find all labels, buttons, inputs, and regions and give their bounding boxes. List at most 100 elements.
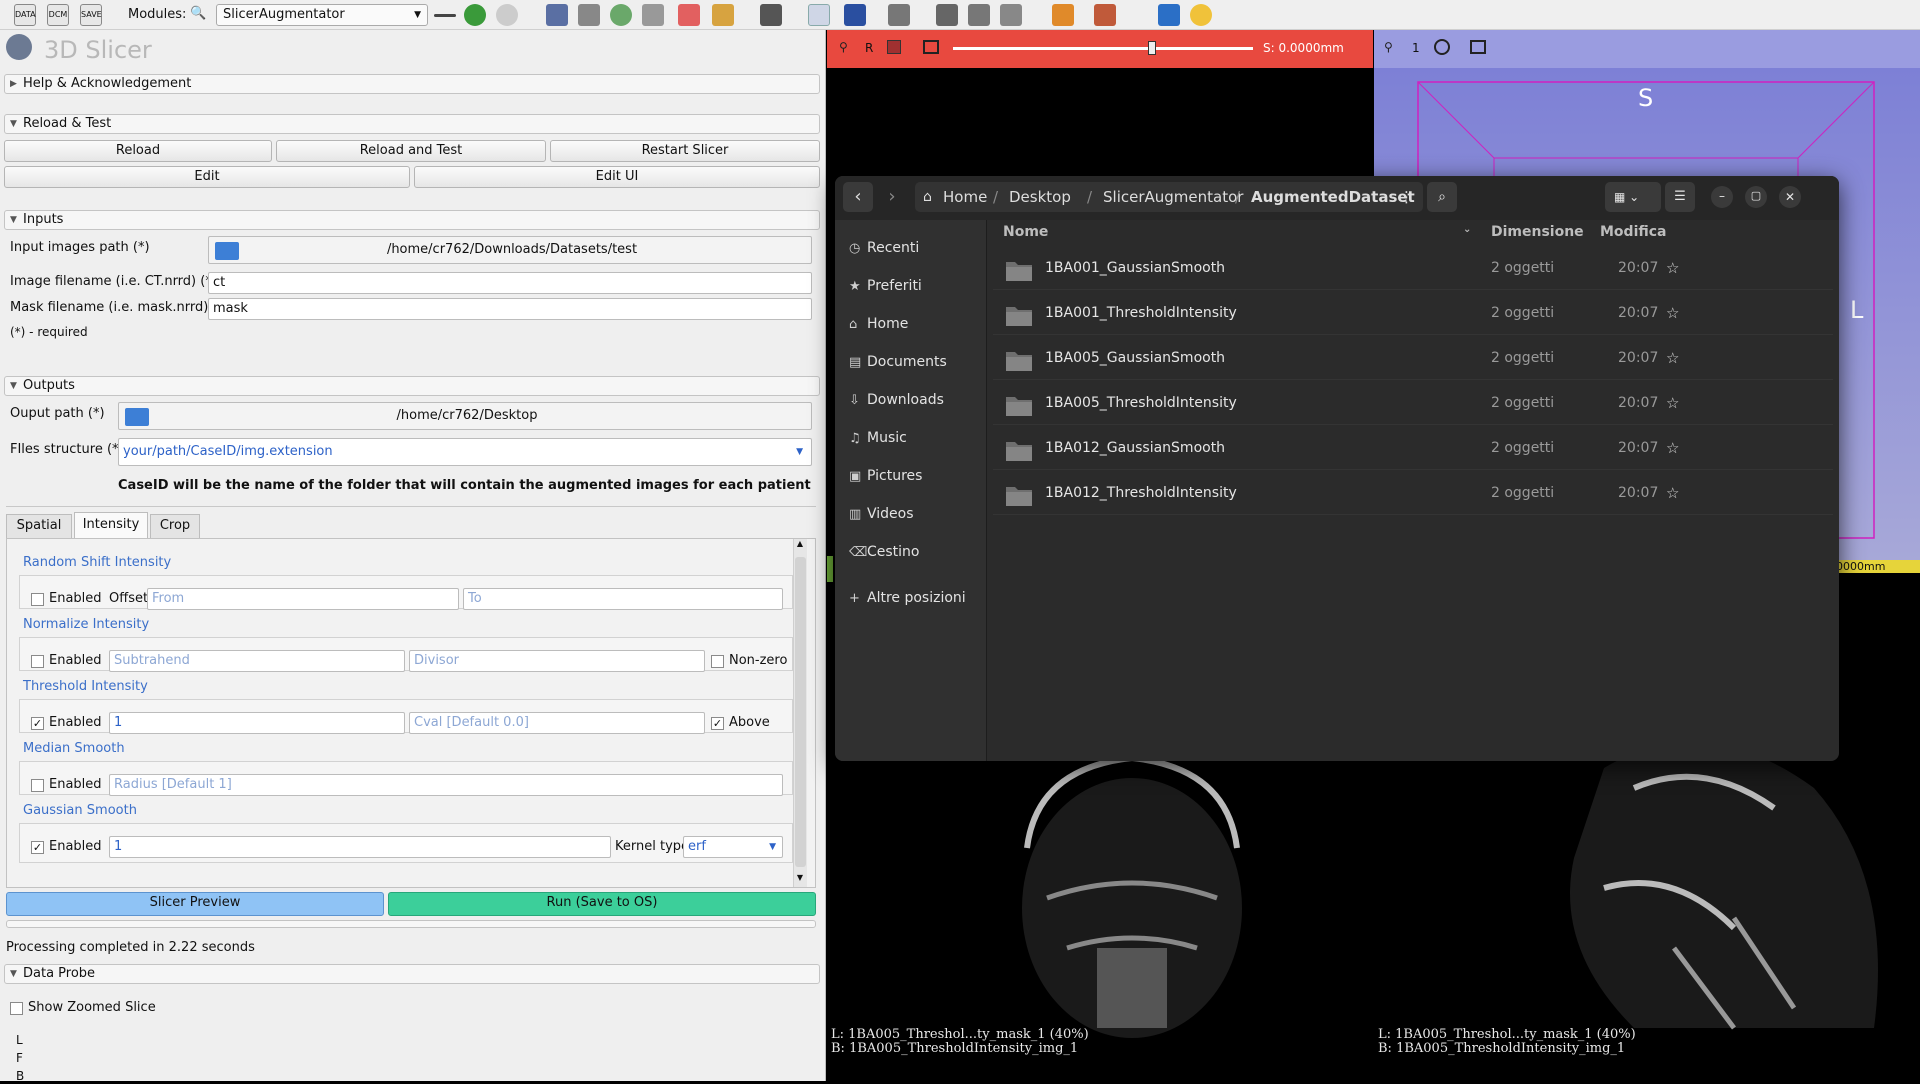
star-icon[interactable]: ☆ [1666,336,1679,380]
volumes-icon[interactable] [578,4,600,26]
save-icon[interactable]: SAVE [80,4,102,26]
file-row[interactable]: 1BA001_GaussianSmooth 2 oggetti 20:07 ☆ [993,246,1833,290]
search-icon[interactable]: ⌕ [1427,182,1457,212]
window-level-icon[interactable] [844,4,866,26]
load-data-icon[interactable]: DATA [14,4,36,26]
show-zoomed-checkbox[interactable] [10,1002,23,1015]
restart-button[interactable]: Restart Slicer [550,140,820,162]
sidebar-item-downloads[interactable]: ⇩ Downloads [849,386,944,414]
extensions-icon[interactable] [1158,4,1180,26]
screenshot-icon[interactable] [936,4,958,26]
file-row[interactable]: 1BA001_ThresholdIntensity 2 oggetti 20:07 ☆ [993,291,1833,335]
kernel-type-select[interactable]: erf ▼ [683,836,783,858]
sidebar-item-pictures[interactable]: ▣ Pictures [849,462,922,490]
minimize-icon[interactable]: – [1711,186,1733,208]
sidebar-item-videos[interactable]: ▥ Videos [849,500,914,528]
star-icon[interactable]: ☆ [1666,471,1679,515]
module-selector[interactable]: SlicerAugmentator ▼ [216,4,428,26]
column-name[interactable]: Nome [1003,224,1048,240]
sidebar-item-starred[interactable]: ★ Preferiti [849,272,922,300]
slice-visibility-icon[interactable] [887,40,901,54]
markups-icon[interactable] [678,4,700,26]
files-structure-select[interactable]: your/path/CaseID/img.extension ▼ [118,438,812,466]
close-icon[interactable]: ✕ [1779,186,1801,208]
sidebar-item-music[interactable]: ♫ Music [849,424,907,452]
forward-arrow-icon[interactable] [496,4,518,26]
gaussian-enabled-checkbox[interactable]: ✓ [31,841,44,854]
outputs-section-header[interactable]: ▼ Outputs [4,376,820,396]
offset-to-input[interactable]: To [463,588,783,610]
threshold-value-input[interactable]: 1 [109,712,405,734]
breadcrumb-current[interactable]: AugmentedDataset [1251,182,1415,212]
segment-editor-icon[interactable] [712,4,734,26]
slicer-preview-button[interactable]: Slicer Preview [6,892,384,916]
load-dicom-icon[interactable]: DCM [47,4,69,26]
scene-views-icon[interactable] [968,4,990,26]
edit-button[interactable]: Edit [4,166,410,188]
path-menu-icon[interactable]: ⋮ [1399,182,1414,212]
image-filename-input[interactable]: ct [208,272,812,294]
reload-section-header[interactable]: ▼ Reload & Test [4,114,820,134]
radius-input[interactable]: Radius [Default 1] [109,774,783,796]
path-bar[interactable]: ⌂ Home / Desktop / SlicerAugmentator / A… [915,182,1423,212]
sidebar-item-other-locations[interactable]: + Altre posizioni [849,584,966,612]
python-console-icon[interactable] [1190,4,1212,26]
crosshair-icon[interactable] [1052,4,1074,26]
center-view-icon[interactable] [1434,39,1450,55]
edit-ui-button[interactable]: Edit UI [414,166,820,188]
star-icon[interactable]: ☆ [1666,426,1679,470]
slice-offset-slider[interactable] [953,41,1253,55]
breadcrumb-slicer-augmentator[interactable]: SlicerAugmentator [1103,182,1243,212]
tab-intensity[interactable]: Intensity [74,512,148,538]
sidebar-item-documents[interactable]: ▤ Documents [849,348,947,376]
mask-filename-input[interactable]: mask [208,298,812,320]
transforms-icon[interactable] [642,4,664,26]
breadcrumb-home[interactable]: Home [943,182,987,212]
file-row[interactable]: 1BA012_ThresholdIntensity 2 oggetti 20:07 ☆ [993,471,1833,515]
data-probe-header[interactable]: ▼ Data Probe [4,964,820,984]
scroll-up-icon[interactable]: ▲ [794,539,806,548]
normalize-enabled-checkbox[interactable] [31,655,44,668]
maximize-view-icon[interactable] [923,40,939,54]
data-module-icon[interactable] [546,4,568,26]
breadcrumb-desktop[interactable]: Desktop [1009,182,1071,212]
scrollbar-thumb[interactable] [795,557,806,867]
help-section-header[interactable]: ▶ Help & Acknowledgement [4,74,820,94]
sidebar-item-trash[interactable]: ⌫Cestino [849,538,920,566]
layout-icon[interactable] [760,4,782,26]
cval-input[interactable]: Cval [Default 0.0] [409,712,705,734]
forward-icon[interactable]: › [877,182,907,212]
file-row[interactable]: 1BA012_GaussianSmooth 2 oggetti 20:07 ☆ [993,426,1833,470]
reload-test-button[interactable]: Reload and Test [276,140,546,162]
back-arrow-icon[interactable] [464,4,486,26]
capture-icon[interactable] [1000,4,1022,26]
pin-icon[interactable]: ⚲ [1384,40,1393,54]
slider-handle[interactable] [1148,41,1156,55]
module-search-icon[interactable]: 🔍 [190,6,206,21]
crosshair-tool-icon[interactable] [888,4,910,26]
models-icon[interactable] [610,4,632,26]
sort-chevron-icon[interactable]: ⌄ [1463,224,1471,235]
output-path-button[interactable]: /home/cr762/Desktop [118,402,812,430]
select-pointer-icon[interactable] [808,4,830,26]
star-icon[interactable]: ☆ [1666,381,1679,425]
file-row[interactable]: 1BA005_ThresholdIntensity 2 oggetti 20:07 ☆ [993,381,1833,425]
file-row[interactable]: 1BA005_GaussianSmooth 2 oggetti 20:07 ☆ [993,336,1833,380]
maximize-icon[interactable]: ▢ [1745,186,1767,208]
median-enabled-checkbox[interactable] [31,779,44,792]
gaussian-value-input[interactable]: 1 [109,836,611,858]
random-shift-enabled-checkbox[interactable] [31,593,44,606]
run-button[interactable]: Run (Save to OS) [388,892,816,916]
reload-button[interactable]: Reload [4,140,272,162]
column-size[interactable]: Dimensione [1491,224,1584,240]
threshold-enabled-checkbox[interactable]: ✓ [31,717,44,730]
maximize-view-icon[interactable] [1470,40,1486,54]
panel-scrollbar[interactable]: ▲ ▼ [793,539,807,887]
tab-spatial[interactable]: Spatial [6,514,72,538]
view-toggle-icon[interactable]: ▦ ⌄ [1605,182,1661,212]
subtrahend-input[interactable]: Subtrahend [109,650,405,672]
scroll-down-icon[interactable]: ▼ [794,873,806,882]
offset-from-input[interactable]: From [147,588,459,610]
divisor-input[interactable]: Divisor [409,650,705,672]
star-icon[interactable]: ☆ [1666,291,1679,335]
